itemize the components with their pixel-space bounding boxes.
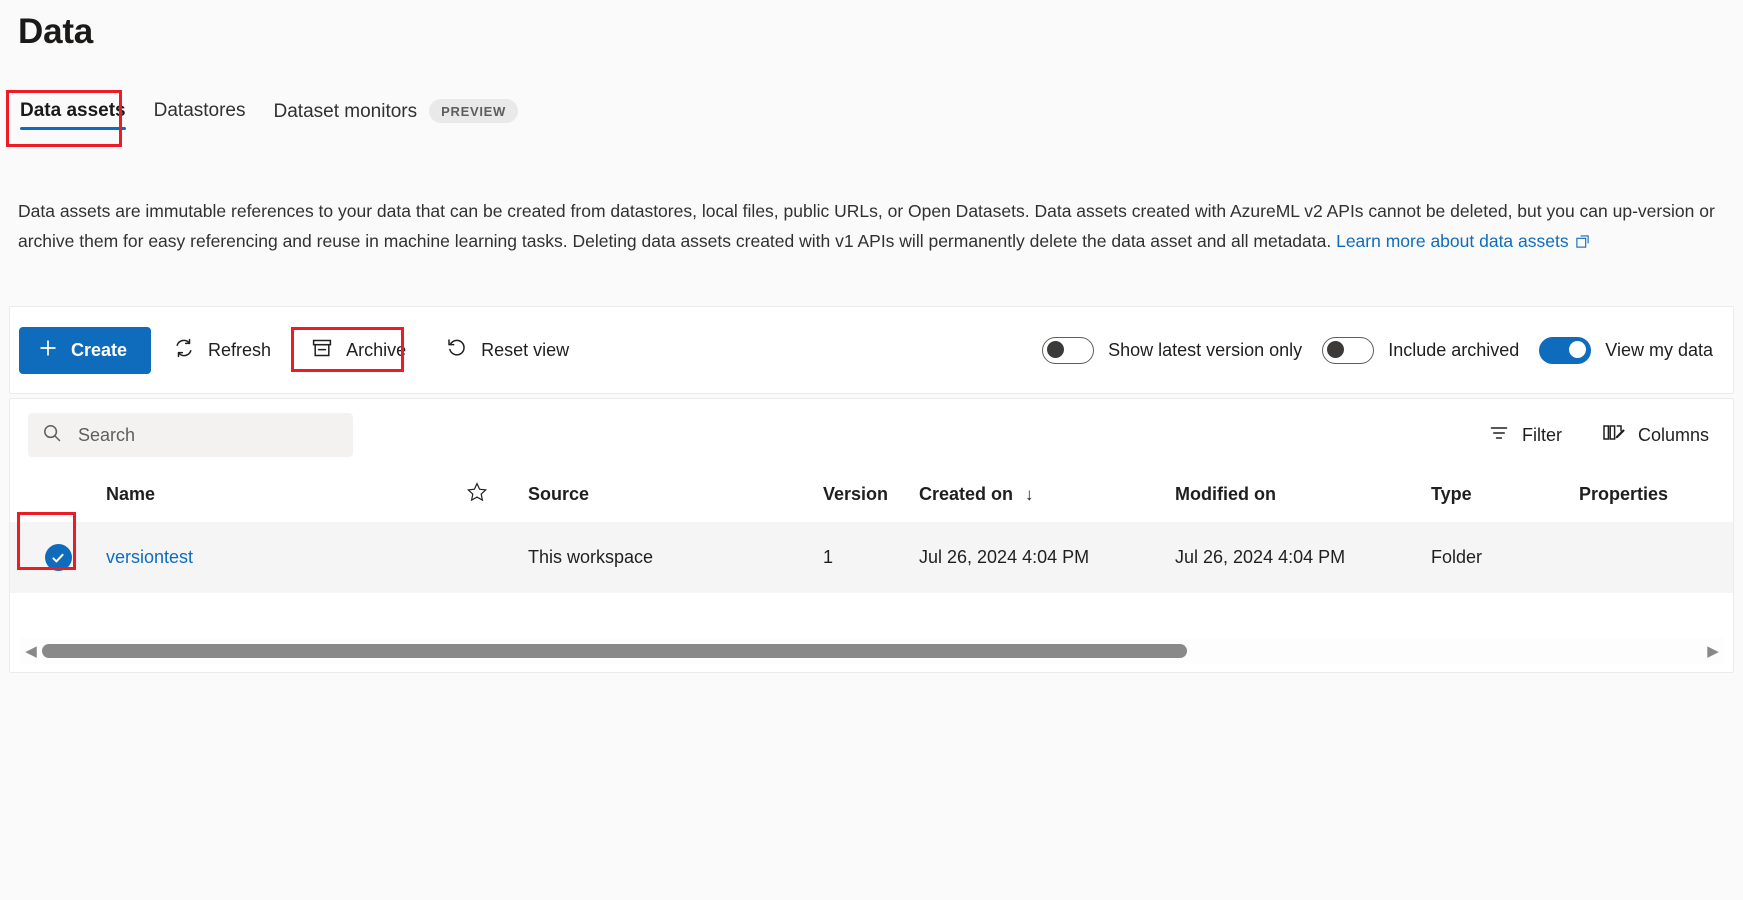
horizontal-scrollbar[interactable]: ◀ ▶ — [20, 638, 1724, 664]
toggle-show-latest-version-only-group: Show latest version only — [1042, 337, 1302, 364]
create-button-label: Create — [71, 340, 127, 361]
column-header-source[interactable]: Source — [528, 471, 823, 522]
page-description: Data assets are immutable references to … — [18, 196, 1730, 258]
learn-more-link[interactable]: Learn more about data assets — [1336, 231, 1569, 251]
column-header-name[interactable]: Name — [106, 471, 466, 522]
row-favorite-cell[interactable] — [466, 522, 528, 593]
toggle-label: View my data — [1605, 340, 1713, 361]
scroll-right-arrow-icon[interactable]: ▶ — [1702, 644, 1724, 659]
row-checkbox-checked[interactable] — [45, 544, 72, 571]
toggle-knob — [1569, 341, 1586, 358]
row-source-cell: This workspace — [528, 522, 823, 593]
row-modified-on-cell: Jul 26, 2024 4:04 PM — [1175, 522, 1431, 593]
column-header-version[interactable]: Version — [823, 471, 919, 522]
toggle-view-my-data-group: View my data — [1539, 337, 1713, 364]
column-header-select — [10, 471, 106, 522]
data-assets-table: Name Source Version Created on ↓ — [10, 471, 1733, 593]
preview-badge: PREVIEW — [429, 99, 518, 123]
data-asset-link[interactable]: versiontest — [106, 547, 193, 567]
tab-label: Data assets — [20, 100, 126, 122]
reset-view-button[interactable]: Reset view — [428, 327, 587, 374]
row-version-cell: 1 — [823, 522, 919, 593]
row-type-cell: Folder — [1431, 522, 1579, 593]
toggle-label: Include archived — [1388, 340, 1519, 361]
tab-label: Dataset monitors — [274, 101, 418, 123]
row-properties-cell — [1579, 522, 1733, 593]
page-title: Data — [18, 12, 93, 52]
command-bar-left: Create Refresh — [10, 327, 587, 374]
columns-button[interactable]: Columns — [1600, 416, 1711, 455]
scrollbar-track[interactable] — [42, 644, 1702, 658]
search-input[interactable] — [76, 424, 339, 447]
command-bar: Create Refresh — [9, 306, 1734, 394]
create-button[interactable]: Create — [19, 327, 151, 374]
external-link-icon — [1575, 228, 1590, 258]
row-created-on-cell: Jul 26, 2024 4:04 PM — [919, 522, 1175, 593]
data-assets-list-panel: Filter Columns — [9, 398, 1734, 673]
toggle-knob — [1327, 341, 1344, 358]
plus-icon — [38, 338, 58, 363]
column-header-created-on[interactable]: Created on ↓ — [919, 471, 1175, 522]
refresh-button[interactable]: Refresh — [155, 327, 289, 374]
refresh-button-label: Refresh — [208, 340, 271, 361]
toggle-include-archived[interactable] — [1322, 337, 1374, 364]
scrollbar-thumb[interactable] — [42, 644, 1187, 658]
list-toolbar-right: Filter Columns — [1486, 416, 1711, 455]
archive-icon — [311, 337, 333, 364]
list-toolbar: Filter Columns — [10, 399, 1733, 471]
toggle-label: Show latest version only — [1108, 340, 1302, 361]
archive-button[interactable]: Archive — [293, 327, 424, 374]
tab-label: Datastores — [154, 100, 246, 122]
column-header-created-on-label: Created on — [919, 484, 1013, 504]
tab-dataset-monitors[interactable]: Dataset monitors PREVIEW — [272, 96, 544, 140]
sort-descending-icon: ↓ — [1025, 485, 1034, 504]
reset-view-button-label: Reset view — [481, 340, 569, 361]
column-header-modified-on[interactable]: Modified on — [1175, 471, 1431, 522]
tab-active-underline — [20, 127, 126, 130]
toggle-include-archived-group: Include archived — [1322, 337, 1519, 364]
reset-icon — [446, 337, 468, 364]
table-row[interactable]: versiontest This workspace 1 Jul 26, 202… — [10, 522, 1733, 593]
column-header-favorite[interactable] — [466, 471, 528, 522]
toggle-show-latest-version-only[interactable] — [1042, 337, 1094, 364]
filter-button[interactable]: Filter — [1486, 416, 1564, 455]
search-box[interactable] — [28, 413, 353, 457]
tab-datastores[interactable]: Datastores — [152, 96, 272, 138]
columns-icon — [1602, 422, 1626, 449]
star-icon — [466, 487, 488, 507]
tab-data-assets[interactable]: Data assets — [18, 96, 152, 138]
table-body: versiontest This workspace 1 Jul 26, 202… — [10, 522, 1733, 593]
data-page: Data Data assets Datastores Dataset moni… — [0, 0, 1743, 900]
filter-icon — [1488, 422, 1510, 449]
filter-button-label: Filter — [1522, 425, 1562, 446]
row-name-cell[interactable]: versiontest — [106, 522, 466, 593]
scroll-left-arrow-icon[interactable]: ◀ — [20, 644, 42, 659]
toggle-knob — [1047, 341, 1064, 358]
table-header: Name Source Version Created on ↓ — [10, 471, 1733, 522]
command-bar-right: Show latest version only Include archive… — [1042, 337, 1733, 364]
row-select-cell[interactable] — [10, 522, 106, 593]
column-header-properties[interactable]: Properties — [1579, 471, 1733, 522]
archive-button-label: Archive — [346, 340, 406, 361]
column-header-type[interactable]: Type — [1431, 471, 1579, 522]
search-icon — [42, 423, 62, 448]
columns-button-label: Columns — [1638, 425, 1709, 446]
table-header-row: Name Source Version Created on ↓ — [10, 471, 1733, 522]
toggle-view-my-data[interactable] — [1539, 337, 1591, 364]
refresh-icon — [173, 337, 195, 364]
tab-bar: Data assets Datastores Dataset monitors … — [18, 96, 544, 140]
